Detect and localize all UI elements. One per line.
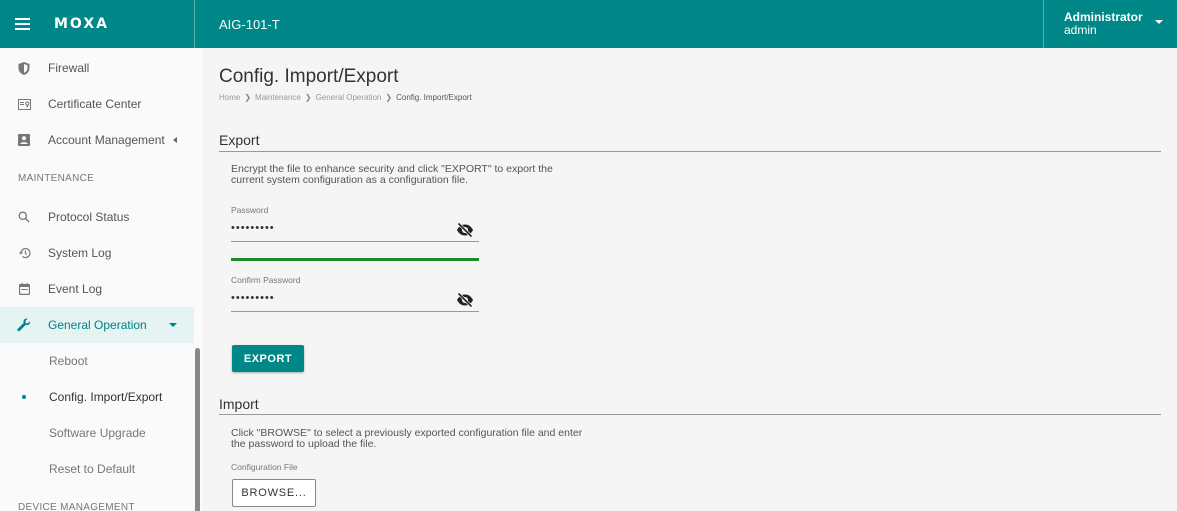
sidebar-item-system-log[interactable]: System Log — [0, 235, 194, 271]
chevron-left-icon — [173, 137, 177, 143]
wrench-icon — [0, 318, 48, 332]
shield-icon — [0, 61, 48, 75]
password-label: Password — [231, 205, 269, 215]
sidebar-scrollbar[interactable] — [195, 348, 200, 511]
breadcrumb-general-operation[interactable]: General Operation — [316, 93, 382, 102]
sidebar-item-label: Certificate Center — [48, 97, 142, 111]
confirm-password-label: Confirm Password — [231, 275, 301, 285]
chevron-right-icon: ❯ — [244, 93, 252, 102]
user-name: admin — [1064, 23, 1097, 37]
export-divider — [219, 151, 1161, 152]
sidebar-subitem-config-import-export[interactable]: Config. Import/Export — [0, 379, 194, 415]
account-box-icon — [0, 134, 48, 146]
sidebar-item-label: System Log — [48, 246, 112, 260]
sidebar-item-label: Firewall — [48, 61, 90, 75]
password-value: ••••••••• — [231, 221, 275, 234]
certificate-icon — [0, 98, 48, 110]
confirm-password-value: ••••••••• — [231, 291, 275, 304]
sidebar-item-label: Account Management — [48, 133, 165, 147]
export-description: Encrypt the file to enhance security and… — [231, 164, 553, 186]
page-title: Config. Import/Export — [219, 66, 399, 87]
sidebar-item-protocol-status[interactable]: Protocol Status — [0, 199, 194, 235]
export-description-line: current system configuration as a config… — [231, 174, 468, 186]
import-description-line: the password to upload the file. — [231, 438, 377, 450]
import-section-title: Import — [219, 396, 259, 412]
top-app-bar: MOXA AIG-101-T Administrator admin — [0, 0, 1177, 48]
menu-button[interactable] — [0, 0, 44, 48]
sidebar-subitem-software-upgrade[interactable]: Software Upgrade — [0, 415, 194, 451]
search-icon — [0, 211, 48, 223]
confirm-password-field[interactable]: ••••••••• — [231, 288, 479, 312]
moxa-logo: MOXA — [54, 16, 109, 32]
user-menu[interactable]: Administrator admin — [1043, 0, 1177, 48]
sidebar-item-certificate-center[interactable]: Certificate Center — [0, 86, 194, 122]
breadcrumb-current: Config. Import/Export — [396, 93, 472, 102]
eye-off-icon[interactable] — [456, 221, 474, 239]
breadcrumb-maintenance[interactable]: Maintenance — [255, 93, 301, 102]
browse-button[interactable]: BROWSE... — [232, 479, 316, 507]
sidebar-subitem-reset-to-default[interactable]: Reset to Default — [0, 451, 194, 487]
sidebar-item-event-log[interactable]: Event Log — [0, 271, 194, 307]
sidebar-item-label: General Operation — [48, 318, 147, 332]
export-button[interactable]: EXPORT — [232, 345, 304, 372]
breadcrumb: Home ❯ Maintenance ❯ General Operation ❯… — [219, 93, 472, 102]
sidebar: Firewall Certificate Center Account Mana… — [0, 48, 203, 511]
eye-off-icon[interactable] — [456, 291, 474, 309]
import-description: Click "BROWSE" to select a previously ex… — [231, 428, 582, 450]
sidebar-item-label: Event Log — [48, 282, 103, 296]
history-icon — [0, 247, 48, 259]
active-dot-icon — [22, 395, 26, 399]
export-section-title: Export — [219, 132, 260, 148]
calendar-icon — [0, 283, 48, 295]
main-content: Config. Import/Export Home ❯ Maintenance… — [203, 48, 1177, 511]
breadcrumb-home[interactable]: Home — [219, 93, 240, 102]
section-header-device-management: DEVICE MANAGEMENT — [18, 502, 135, 511]
section-header-maintenance: MAINTENANCE — [18, 173, 95, 184]
password-strength-bar — [231, 258, 479, 261]
device-name: AIG-101-T — [219, 16, 280, 32]
chevron-right-icon: ❯ — [385, 93, 393, 102]
sidebar-subitem-label: Config. Import/Export — [49, 390, 163, 404]
sidebar-subitem-reboot[interactable]: Reboot — [0, 343, 194, 379]
chevron-down-icon — [169, 323, 177, 327]
chevron-right-icon: ❯ — [304, 93, 312, 102]
password-field[interactable]: ••••••••• — [231, 218, 479, 242]
configuration-file-label: Configuration File — [231, 462, 298, 472]
sidebar-item-label: Protocol Status — [48, 210, 130, 224]
hamburger-icon — [14, 18, 30, 30]
chevron-down-icon — [1154, 20, 1163, 24]
sidebar-item-firewall[interactable]: Firewall — [0, 50, 194, 86]
import-divider — [219, 414, 1161, 415]
sidebar-item-account-management[interactable]: Account Management — [0, 122, 194, 158]
sidebar-item-general-operation[interactable]: General Operation — [0, 307, 194, 343]
